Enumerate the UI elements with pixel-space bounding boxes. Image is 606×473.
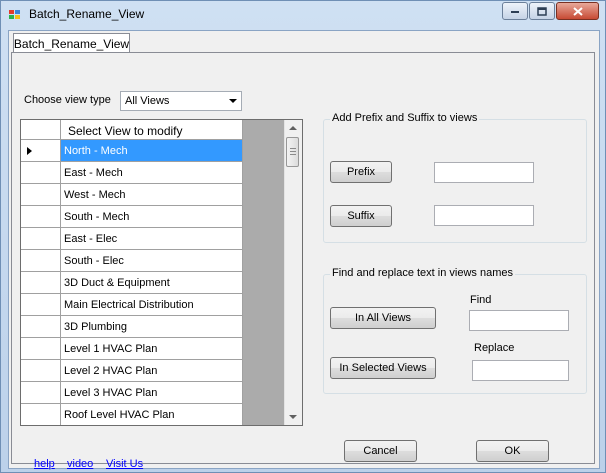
title-bar[interactable]: Batch_Rename_View <box>1 1 605 29</box>
view-name-cell[interactable]: West - Mech <box>61 184 243 206</box>
window-title: Batch_Rename_View <box>29 7 145 21</box>
video-link[interactable]: video <box>67 458 93 470</box>
table-row[interactable]: Main Electrical Distribution <box>21 294 243 316</box>
table-row[interactable]: North - Mech <box>21 140 243 162</box>
row-header[interactable] <box>21 140 61 162</box>
tab-page: Choose view type All Views Select View t… <box>11 52 595 470</box>
grid-vertical-scrollbar[interactable] <box>284 120 302 425</box>
ok-button[interactable]: OK <box>476 440 549 462</box>
views-grid[interactable]: Select View to modify North - Mech East -… <box>20 119 303 426</box>
table-row[interactable]: Level 3 HVAC Plan <box>21 382 243 404</box>
table-row[interactable]: Roof Level HVAC Plan <box>21 404 243 425</box>
row-header[interactable] <box>21 206 61 228</box>
view-name-cell[interactable]: 3D Duct & Equipment <box>61 272 243 294</box>
maximize-icon <box>537 6 547 16</box>
table-row[interactable]: 3D Plumbing <box>21 316 243 338</box>
row-header[interactable] <box>21 338 61 360</box>
find-label: Find <box>470 294 492 306</box>
suffix-input[interactable] <box>434 205 534 226</box>
view-name-cell[interactable]: Level 1 HVAC Plan <box>61 338 243 360</box>
grid-column-header[interactable]: Select View to modify <box>61 120 243 140</box>
row-header[interactable] <box>21 382 61 404</box>
view-name-cell[interactable]: South - Elec <box>61 250 243 272</box>
grid-corner-header <box>21 120 61 140</box>
close-icon <box>572 6 583 16</box>
table-row[interactable]: South - Elec <box>21 250 243 272</box>
row-header[interactable] <box>21 250 61 272</box>
scroll-up-icon[interactable] <box>289 126 297 130</box>
table-row[interactable]: Level 2 HVAC Plan <box>21 360 243 382</box>
row-header[interactable] <box>21 184 61 206</box>
app-window: Batch_Rename_View Batch_Rename_View Choo… <box>0 0 606 473</box>
table-row[interactable]: West - Mech <box>21 184 243 206</box>
table-row[interactable]: East - Mech <box>21 162 243 184</box>
minimize-button[interactable] <box>502 2 528 20</box>
client-area: Batch_Rename_View Choose view type All V… <box>8 30 600 470</box>
row-header[interactable] <box>21 272 61 294</box>
replace-label: Replace <box>474 342 515 354</box>
table-row[interactable]: South - Mech <box>21 206 243 228</box>
view-name-cell[interactable]: East - Elec <box>61 228 243 250</box>
view-name-cell[interactable]: North - Mech <box>61 140 243 162</box>
tab-batch-rename-view[interactable]: Batch_Rename_View <box>13 33 130 53</box>
close-button[interactable] <box>556 2 599 20</box>
prefix-input[interactable] <box>434 162 534 183</box>
row-header[interactable] <box>21 162 61 184</box>
view-type-label: Choose view type <box>24 94 111 106</box>
scroll-down-icon[interactable] <box>289 415 297 419</box>
chevron-down-icon <box>229 99 237 103</box>
find-input[interactable] <box>469 310 569 331</box>
replace-input[interactable] <box>472 360 569 381</box>
suffix-button[interactable]: Suffix <box>330 205 392 227</box>
help-link[interactable]: help <box>34 458 55 470</box>
view-name-cell[interactable]: East - Mech <box>61 162 243 184</box>
app-icon <box>9 10 20 19</box>
cancel-button[interactable]: Cancel <box>344 440 417 462</box>
prefix-suffix-title: Add Prefix and Suffix to views <box>330 112 480 124</box>
view-name-cell[interactable]: Roof Level HVAC Plan <box>61 404 243 425</box>
minimize-icon <box>511 11 519 13</box>
maximize-button[interactable] <box>529 2 555 20</box>
visit-us-link[interactable]: Visit Us <box>106 458 143 470</box>
view-type-selected: All Views <box>125 95 170 107</box>
view-name-cell[interactable]: South - Mech <box>61 206 243 228</box>
view-name-cell[interactable]: 3D Plumbing <box>61 316 243 338</box>
row-header[interactable] <box>21 294 61 316</box>
prefix-button[interactable]: Prefix <box>330 161 392 183</box>
table-row[interactable]: East - Elec <box>21 228 243 250</box>
row-header[interactable] <box>21 316 61 338</box>
view-name-cell[interactable]: Level 2 HVAC Plan <box>61 360 243 382</box>
table-row[interactable]: 3D Duct & Equipment <box>21 272 243 294</box>
row-header[interactable] <box>21 360 61 382</box>
view-type-dropdown[interactable]: All Views <box>120 91 242 111</box>
scroll-thumb[interactable] <box>286 137 299 167</box>
row-header[interactable] <box>21 228 61 250</box>
view-name-cell[interactable]: Level 3 HVAC Plan <box>61 382 243 404</box>
view-name-cell[interactable]: Main Electrical Distribution <box>61 294 243 316</box>
in-selected-views-button[interactable]: In Selected Views <box>330 357 436 379</box>
find-replace-title: Find and replace text in views names <box>330 267 515 279</box>
row-header[interactable] <box>21 404 61 425</box>
in-all-views-button[interactable]: In All Views <box>330 307 436 329</box>
table-row[interactable]: Level 1 HVAC Plan <box>21 338 243 360</box>
current-row-arrow-icon <box>27 147 32 155</box>
